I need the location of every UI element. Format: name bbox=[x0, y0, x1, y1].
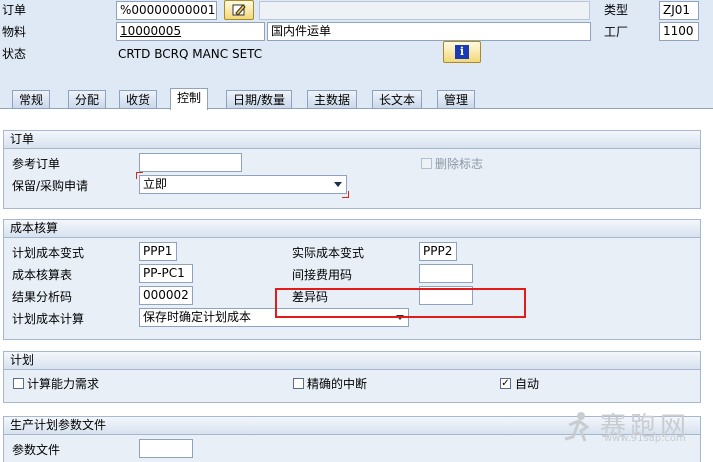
system-status-text: CRTD BCRQ MANC SETC bbox=[118, 47, 263, 61]
planned-cost-variant-label: 计划成本变式 bbox=[12, 246, 85, 260]
material-description-field: 国内件运单 bbox=[267, 22, 591, 41]
reservation-value: 立即 bbox=[143, 177, 168, 191]
order-number-field[interactable]: %00000000001 bbox=[116, 1, 217, 20]
material-label: 物料 bbox=[2, 25, 27, 39]
tab-general[interactable]: 常规 bbox=[12, 90, 51, 109]
auto-checkbox[interactable]: ✓ bbox=[500, 378, 511, 389]
costing-sheet-field[interactable]: PP-PC1 bbox=[139, 264, 193, 283]
planning-group-title: 计划 bbox=[4, 352, 700, 370]
results-analysis-key-field[interactable]: 000002 bbox=[139, 286, 193, 305]
watermark-url: www.91sap.com bbox=[604, 433, 686, 444]
auto-label: 自动 bbox=[515, 377, 540, 391]
reservation-dropdown[interactable]: 立即 bbox=[139, 175, 347, 194]
tab-master-data[interactable]: 主数据 bbox=[307, 90, 358, 109]
plant-label: 工厂 bbox=[604, 25, 629, 39]
tab-dates-quantities[interactable]: 日期/数量 bbox=[226, 90, 293, 109]
actual-cost-variant-label: 实际成本变式 bbox=[292, 246, 365, 260]
tab-assignment[interactable]: 分配 bbox=[68, 90, 107, 109]
required-marker-icon bbox=[342, 191, 349, 198]
actual-cost-variant-field[interactable]: PPP2 bbox=[419, 242, 457, 261]
tab-control[interactable]: 控制 bbox=[170, 88, 209, 110]
pencil-icon bbox=[232, 4, 246, 16]
order-group: 订单 bbox=[3, 130, 701, 209]
overhead-key-label: 间接费用码 bbox=[292, 268, 353, 282]
costing-sheet-label: 成本核算表 bbox=[12, 268, 73, 282]
required-marker-icon bbox=[136, 172, 143, 179]
parameter-file-field[interactable] bbox=[139, 439, 193, 458]
overhead-key-field[interactable] bbox=[419, 264, 473, 283]
status-info-button[interactable]: i bbox=[443, 41, 481, 63]
planned-cost-variant-field[interactable]: PPP1 bbox=[139, 242, 177, 261]
precise-break-checkbox[interactable] bbox=[293, 378, 304, 389]
material-number-field[interactable]: 10000005 bbox=[116, 22, 265, 41]
capacity-requirements-label: 计算能力需求 bbox=[27, 377, 100, 391]
precise-break-label: 精确的中断 bbox=[307, 377, 368, 391]
tab-goods-receipt[interactable]: 收货 bbox=[119, 90, 158, 109]
parameter-file-label: 参数文件 bbox=[12, 443, 61, 457]
tab-administration[interactable]: 管理 bbox=[437, 90, 476, 109]
highlight-box bbox=[275, 288, 526, 318]
reference-order-label: 参考订单 bbox=[12, 157, 61, 171]
check-icon: ✓ bbox=[501, 378, 510, 389]
results-analysis-key-label: 结果分析码 bbox=[12, 290, 73, 304]
capacity-requirements-checkbox[interactable] bbox=[13, 378, 24, 389]
order-type-field[interactable]: ZJ01 bbox=[659, 1, 699, 20]
delete-flag-label: 删除标志 bbox=[435, 157, 484, 171]
plant-field[interactable]: 1100 bbox=[659, 22, 699, 41]
reservation-label: 保留/采购申请 bbox=[12, 179, 89, 193]
info-icon: i bbox=[455, 45, 469, 59]
delete-flag-checkbox[interactable] bbox=[421, 158, 432, 169]
chevron-down-icon bbox=[334, 182, 342, 187]
tab-long-text[interactable]: 长文本 bbox=[372, 90, 423, 109]
reference-order-field[interactable] bbox=[139, 153, 242, 172]
order-group-title: 订单 bbox=[4, 131, 700, 149]
runner-logo-icon bbox=[564, 412, 590, 442]
order-text-field[interactable] bbox=[259, 1, 590, 20]
planned-costing-value: 保存时确定计划成本 bbox=[143, 310, 252, 324]
order-label: 订单 bbox=[2, 3, 27, 17]
status-label: 状态 bbox=[2, 47, 27, 61]
edit-button[interactable] bbox=[224, 0, 254, 20]
planned-costing-label: 计划成本计算 bbox=[12, 312, 85, 326]
costing-group-title: 成本核算 bbox=[4, 220, 700, 238]
type-label: 类型 bbox=[604, 3, 629, 17]
